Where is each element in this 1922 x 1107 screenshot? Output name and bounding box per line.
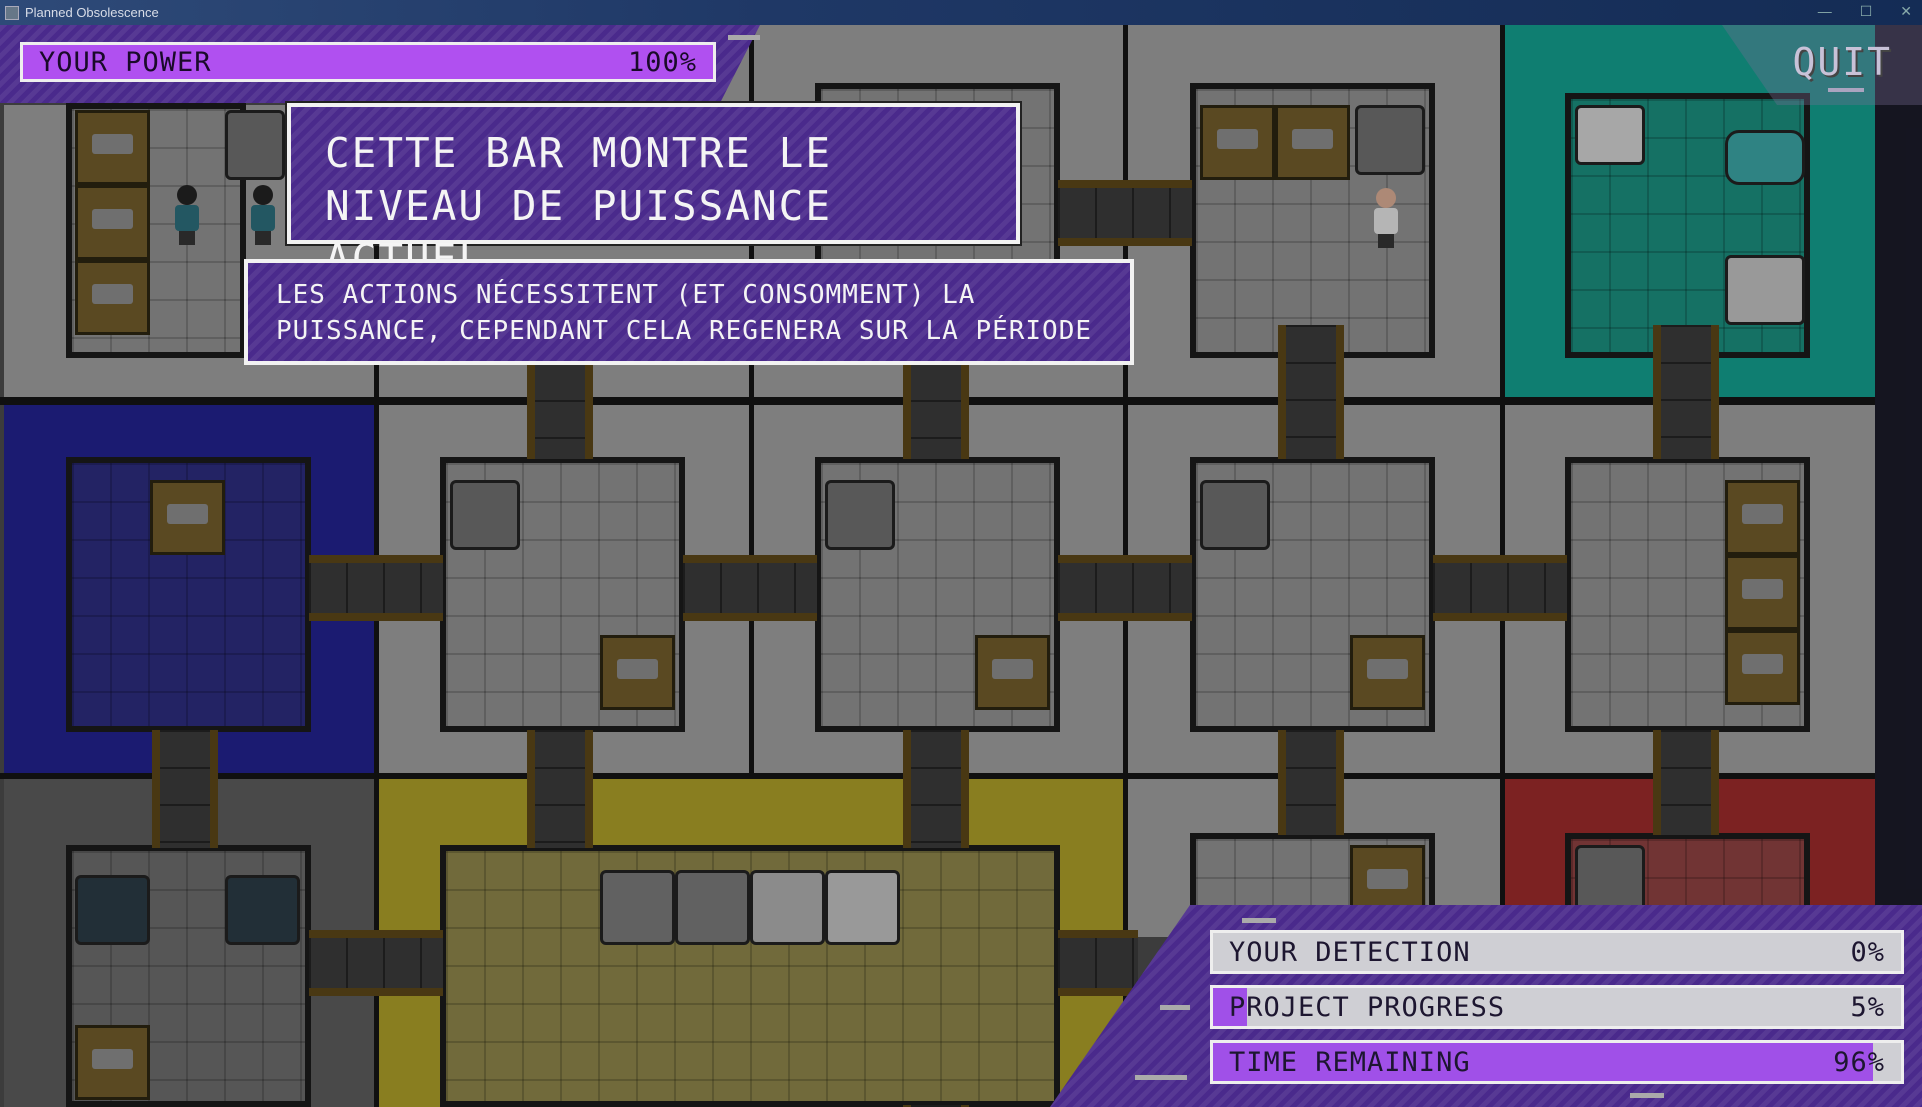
project-progress-value: 5% bbox=[1850, 991, 1885, 1023]
window-titlebar: Planned Obsolescence — ☐ ✕ bbox=[0, 0, 1922, 25]
project-progress-bar: PROJECT PROGRESS 5% bbox=[1210, 985, 1904, 1029]
detection-label: YOUR DETECTION bbox=[1229, 936, 1471, 968]
machine bbox=[225, 110, 285, 180]
project-progress-label: PROJECT PROGRESS bbox=[1229, 991, 1506, 1023]
desk bbox=[75, 260, 150, 335]
tutorial-title-line-1: CETTE BAR MONTRE LE bbox=[325, 129, 832, 177]
desk bbox=[600, 635, 675, 710]
toilet bbox=[1725, 255, 1805, 325]
desk bbox=[1725, 480, 1800, 555]
desk bbox=[1725, 630, 1800, 705]
tutorial-body-line-2: PUISSANCE, CEPENDANT CELA REGENERA SUR L… bbox=[276, 316, 1093, 346]
stove bbox=[600, 870, 675, 945]
detection-bar: YOUR DETECTION 0% bbox=[1210, 930, 1904, 974]
corridor bbox=[1653, 730, 1719, 835]
worker-sprite[interactable] bbox=[168, 185, 206, 247]
desk bbox=[1200, 105, 1275, 180]
machine bbox=[450, 480, 520, 550]
machine bbox=[1355, 105, 1425, 175]
corridor bbox=[1278, 730, 1344, 835]
counter bbox=[750, 870, 825, 945]
time-remaining-label: TIME REMAINING bbox=[1229, 1046, 1471, 1078]
corridor bbox=[309, 555, 443, 621]
corridor bbox=[903, 363, 969, 459]
corridor bbox=[1653, 325, 1719, 459]
desk bbox=[975, 635, 1050, 710]
hud-decoration bbox=[1160, 1005, 1190, 1010]
server-console bbox=[75, 875, 150, 945]
corridor bbox=[1433, 555, 1567, 621]
corridor bbox=[152, 730, 218, 848]
machine bbox=[1200, 480, 1270, 550]
desk bbox=[75, 110, 150, 185]
power-label: YOUR POWER bbox=[39, 46, 212, 78]
corridor bbox=[1058, 180, 1192, 246]
bathtub bbox=[1725, 130, 1805, 185]
time-remaining-bar: TIME REMAINING 96% bbox=[1210, 1040, 1904, 1084]
tutorial-title-box: CETTE BAR MONTRE LE NIVEAU DE PUISSANCE … bbox=[287, 103, 1020, 283]
desk bbox=[150, 480, 225, 555]
close-icon[interactable]: ✕ bbox=[1900, 3, 1912, 20]
corridor bbox=[527, 363, 593, 459]
stove bbox=[675, 870, 750, 945]
server-console bbox=[225, 875, 300, 945]
quit-button[interactable]: QUIT bbox=[1792, 40, 1892, 84]
minimize-icon[interactable]: — bbox=[1818, 3, 1832, 20]
hud-decoration bbox=[1630, 1093, 1664, 1098]
power-bar: YOUR POWER 100% bbox=[20, 42, 716, 82]
tutorial-body-box: LES ACTIONS NÉCESSITENT (ET CONSOMMENT) … bbox=[244, 259, 1134, 365]
corridor bbox=[527, 730, 593, 848]
corridor bbox=[1278, 325, 1344, 459]
corridor bbox=[309, 930, 443, 996]
time-remaining-value: 96% bbox=[1833, 1046, 1885, 1078]
sink bbox=[825, 870, 900, 945]
desk bbox=[1350, 635, 1425, 710]
quit-underline bbox=[1828, 88, 1864, 92]
corridor bbox=[903, 730, 969, 848]
hud-decoration bbox=[1242, 918, 1276, 923]
window-title: Planned Obsolescence bbox=[25, 5, 159, 20]
desk bbox=[1725, 555, 1800, 630]
worker-sprite[interactable] bbox=[244, 185, 282, 247]
desk bbox=[1275, 105, 1350, 180]
maximize-icon[interactable]: ☐ bbox=[1860, 3, 1873, 20]
sink bbox=[1575, 105, 1645, 165]
corridor bbox=[1058, 930, 1138, 996]
player-sprite[interactable] bbox=[1367, 188, 1405, 250]
hud-decoration bbox=[1135, 1075, 1187, 1080]
detection-value: 0% bbox=[1850, 936, 1885, 968]
corridor bbox=[683, 555, 817, 621]
corridor bbox=[1058, 555, 1192, 621]
desk bbox=[75, 185, 150, 260]
machine bbox=[825, 480, 895, 550]
app-icon bbox=[5, 5, 19, 20]
desk bbox=[75, 1025, 150, 1100]
hud-decoration bbox=[728, 35, 760, 40]
tutorial-body-line-1: LES ACTIONS NÉCESSITENT (ET CONSOMMENT) … bbox=[276, 280, 976, 310]
power-value: 100% bbox=[627, 46, 697, 78]
window-controls: — ☐ ✕ bbox=[1818, 3, 1912, 20]
